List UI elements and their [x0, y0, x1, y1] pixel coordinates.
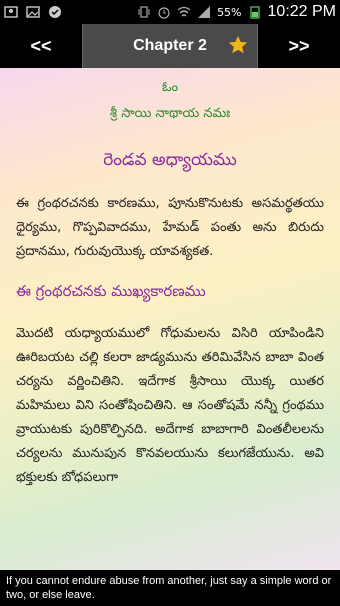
clock: 10:22 PM: [267, 3, 336, 20]
summary-paragraph: ఈ గ్రంథరచనకు కారణము, పూనుకొనుటకు అసమర్థత…: [16, 196, 324, 259]
notification-icons: [4, 5, 62, 19]
check-circle-icon: [49, 6, 61, 18]
previous-chapter-button[interactable]: <<: [0, 24, 82, 68]
chapter-content[interactable]: ఓం శ్రీ సాయి నాథాయ నమః రెండవ అధ్యాయము ఈ …: [0, 68, 340, 570]
quote-footer: If you cannot endure abuse from another,…: [0, 570, 340, 606]
mantra-line: శ్రీ సాయి నాథాయ నమః: [109, 106, 231, 121]
vibrate-icon: [138, 6, 150, 18]
star-icon[interactable]: [227, 34, 249, 56]
image-icon: [26, 6, 40, 18]
alarm-icon: [158, 7, 170, 19]
battery-percent: 55%: [217, 5, 242, 19]
signal-icon: [198, 6, 211, 18]
body-paragraph: మొదటి యధ్యాయములో గోధుమలను విసిరి యాపిండి…: [16, 326, 324, 485]
next-chapter-button[interactable]: >>: [258, 24, 340, 68]
section-heading: ఈ గ్రంథరచనకు ముఖ్యకారణము: [16, 282, 206, 300]
status-bar: 55% 10:22 PM: [0, 0, 340, 24]
chapter-title-box: Chapter 2: [82, 24, 258, 68]
battery-icon: [249, 6, 260, 19]
chapter-title: Chapter 2: [133, 37, 207, 54]
contacts-icon: [4, 6, 18, 18]
om-line: ఓం: [161, 80, 179, 95]
app-bar: << Chapter 2 >>: [0, 24, 340, 68]
wifi-icon: [177, 6, 191, 17]
chapter-heading: రెండవ అధ్యాయము: [103, 150, 237, 170]
